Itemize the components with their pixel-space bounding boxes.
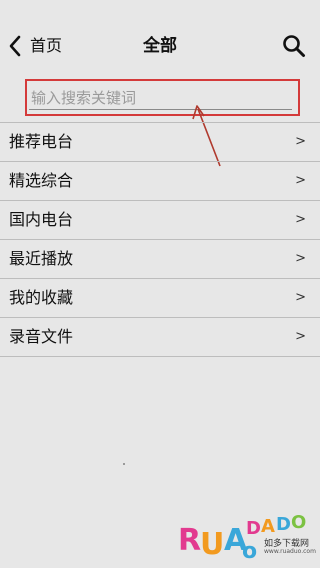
- list-item-label: 推荐电台: [9, 132, 74, 151]
- list-item-label: 我的收藏: [9, 288, 74, 307]
- list-item-label: 精选综合: [9, 171, 74, 190]
- chevron-right-icon: >: [295, 212, 306, 227]
- list-item-recordings[interactable]: 录音文件 >: [0, 318, 320, 357]
- chevron-right-icon: >: [295, 329, 306, 344]
- header-bar: 首页 全部: [0, 0, 320, 72]
- artifact-dot: [123, 463, 125, 465]
- search-highlight-box: [25, 79, 300, 116]
- svg-text:D: D: [246, 518, 261, 539]
- svg-text:A: A: [261, 516, 275, 537]
- list-item-my-favorites[interactable]: 我的收藏 >: [0, 279, 320, 318]
- chevron-right-icon: >: [295, 251, 306, 266]
- search-button[interactable]: [282, 34, 306, 58]
- chevron-right-icon: >: [295, 290, 306, 305]
- search-icon: [282, 34, 306, 58]
- chevron-right-icon: >: [295, 134, 306, 149]
- svg-text:D: D: [276, 514, 291, 535]
- svg-text:o: o: [242, 539, 257, 564]
- list-item-domestic-stations[interactable]: 国内电台 >: [0, 201, 320, 240]
- page-title: 全部: [143, 36, 177, 56]
- watermark-url: www.ruaduo.com: [264, 548, 316, 555]
- back-button[interactable]: 首页: [8, 33, 62, 59]
- list-item-label: 录音文件: [9, 327, 74, 346]
- svg-text:R: R: [178, 523, 201, 558]
- list-item-featured-mix[interactable]: 精选综合 >: [0, 162, 320, 201]
- svg-text:U: U: [200, 527, 224, 562]
- svg-text:O: O: [291, 512, 306, 533]
- chevron-left-icon: [8, 35, 22, 57]
- chevron-right-icon: >: [295, 173, 306, 188]
- list-item-recently-played[interactable]: 最近播放 >: [0, 240, 320, 279]
- search-underline: [29, 109, 292, 110]
- back-label: 首页: [30, 36, 63, 55]
- watermark-logo: R U A D A D O o 如多下载网 www.ruaduo.com: [176, 506, 316, 566]
- list-item-label: 国内电台: [9, 210, 74, 229]
- list-item-recommended-stations[interactable]: 推荐电台 >: [0, 123, 320, 162]
- list-item-label: 最近播放: [9, 249, 74, 268]
- category-list: 推荐电台 > 精选综合 > 国内电台 > 最近播放 > 我的收藏 > 录音文件 …: [0, 122, 320, 357]
